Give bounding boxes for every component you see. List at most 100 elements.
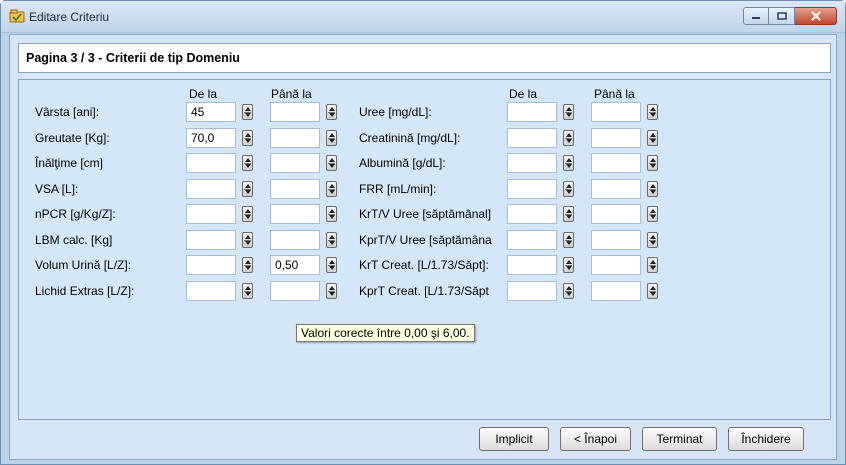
spinner-icon[interactable] bbox=[647, 232, 658, 248]
spinner-icon[interactable] bbox=[563, 155, 574, 171]
spinner-icon[interactable] bbox=[326, 181, 337, 197]
left-from-input[interactable]: 45 bbox=[186, 102, 236, 122]
spinner-icon[interactable] bbox=[647, 181, 658, 197]
right-from-input[interactable] bbox=[507, 128, 557, 148]
right-row-label: KprT/V Uree [săptămâna bbox=[359, 233, 492, 247]
criteria-form: De la Până la De la Până la Vârsta [ani]… bbox=[18, 79, 831, 420]
spinner-icon[interactable] bbox=[326, 232, 337, 248]
spinner-icon[interactable] bbox=[647, 257, 658, 273]
right-row-label: KrT/V Uree [săptămânal] bbox=[359, 207, 492, 221]
col-header-right-from: De la bbox=[509, 87, 538, 101]
close-button[interactable] bbox=[795, 7, 837, 25]
spinner-icon[interactable] bbox=[242, 104, 253, 120]
right-to-input[interactable] bbox=[591, 153, 641, 173]
left-from-input[interactable] bbox=[186, 179, 236, 199]
right-from-input[interactable] bbox=[507, 230, 557, 250]
spinner-icon[interactable] bbox=[242, 232, 253, 248]
maximize-icon bbox=[776, 12, 787, 20]
spinner-icon[interactable] bbox=[563, 206, 574, 222]
col-header-right-to: Până la bbox=[594, 87, 635, 101]
title-bar[interactable]: Editare Criteriu bbox=[1, 1, 845, 33]
spinner-icon[interactable] bbox=[242, 155, 253, 171]
left-row-label: Volum Urină [L/Z]: bbox=[35, 258, 132, 272]
right-from-input[interactable] bbox=[507, 102, 557, 122]
left-to-input[interactable] bbox=[270, 102, 320, 122]
page-header: Pagina 3 / 3 - Criterii de tip Domeniu bbox=[18, 43, 831, 73]
dialog-window: Editare Criteriu Pagina 3 / 3 - Criterii… bbox=[0, 0, 846, 465]
close-dialog-button[interactable]: Închidere bbox=[728, 427, 804, 451]
left-from-input[interactable] bbox=[186, 255, 236, 275]
left-row-label: LBM calc. [Kg] bbox=[35, 233, 113, 247]
spinner-icon[interactable] bbox=[647, 283, 658, 299]
right-from-input[interactable] bbox=[507, 281, 557, 301]
left-row-label: Înălţime [cm] bbox=[35, 156, 104, 170]
spinner-icon[interactable] bbox=[242, 181, 253, 197]
left-to-input[interactable] bbox=[270, 179, 320, 199]
spinner-icon[interactable] bbox=[326, 206, 337, 222]
right-row-label: Uree [mg/dL]: bbox=[359, 105, 432, 119]
left-to-input[interactable] bbox=[270, 153, 320, 173]
spinner-icon[interactable] bbox=[647, 130, 658, 146]
spinner-icon[interactable] bbox=[326, 283, 337, 299]
spinner-icon[interactable] bbox=[326, 257, 337, 273]
spinner-icon[interactable] bbox=[563, 130, 574, 146]
window-title: Editare Criteriu bbox=[29, 10, 110, 24]
close-icon bbox=[810, 11, 821, 21]
spinner-icon[interactable] bbox=[563, 232, 574, 248]
minimize-icon bbox=[752, 17, 760, 19]
default-button[interactable]: Implicit bbox=[479, 427, 549, 451]
left-row-label: nPCR [g/Kg/Z]: bbox=[35, 207, 116, 221]
spinner-icon[interactable] bbox=[242, 130, 253, 146]
left-to-input[interactable] bbox=[270, 128, 320, 148]
right-to-input[interactable] bbox=[591, 255, 641, 275]
right-to-input[interactable] bbox=[591, 179, 641, 199]
spinner-icon[interactable] bbox=[563, 257, 574, 273]
minimize-button[interactable] bbox=[743, 7, 769, 25]
right-to-input[interactable] bbox=[591, 128, 641, 148]
left-row-label: Vârsta [ani]: bbox=[35, 105, 100, 119]
right-from-input[interactable] bbox=[507, 255, 557, 275]
maximize-button[interactable] bbox=[769, 7, 795, 25]
left-to-input[interactable] bbox=[270, 204, 320, 224]
page-title: Pagina 3 / 3 - Criterii de tip Domeniu bbox=[26, 51, 240, 65]
right-from-input[interactable] bbox=[507, 179, 557, 199]
validation-tooltip: Valori corecte între 0,00 şi 6,00. bbox=[296, 324, 475, 342]
spinner-icon[interactable] bbox=[242, 283, 253, 299]
left-from-input[interactable] bbox=[186, 281, 236, 301]
right-to-input[interactable] bbox=[591, 281, 641, 301]
right-row-label: Albumină [g/dL]: bbox=[359, 156, 446, 170]
col-header-left-to: Până la bbox=[271, 87, 312, 101]
right-row-label: Creatinină [mg/dL]: bbox=[359, 131, 461, 145]
left-to-input[interactable] bbox=[270, 281, 320, 301]
left-from-input[interactable] bbox=[186, 153, 236, 173]
right-row-label: KrT Creat. [L/1.73/Săpt]: bbox=[359, 258, 489, 272]
left-to-input[interactable]: 0,50 bbox=[270, 255, 320, 275]
left-from-input[interactable] bbox=[186, 204, 236, 224]
left-row-label: Greutate [Kg]: bbox=[35, 131, 110, 145]
spinner-icon[interactable] bbox=[326, 155, 337, 171]
spinner-icon[interactable] bbox=[647, 155, 658, 171]
back-button[interactable]: < Înapoi bbox=[560, 427, 631, 451]
spinner-icon[interactable] bbox=[647, 104, 658, 120]
left-to-input[interactable] bbox=[270, 230, 320, 250]
spinner-icon[interactable] bbox=[326, 130, 337, 146]
spinner-icon[interactable] bbox=[326, 104, 337, 120]
spinner-icon[interactable] bbox=[647, 206, 658, 222]
finish-button[interactable]: Terminat bbox=[642, 427, 717, 451]
spinner-icon[interactable] bbox=[563, 104, 574, 120]
right-to-input[interactable] bbox=[591, 230, 641, 250]
right-row-label: FRR [mL/min]: bbox=[359, 182, 437, 196]
right-to-input[interactable] bbox=[591, 102, 641, 122]
spinner-icon[interactable] bbox=[242, 257, 253, 273]
col-header-left-from: De la bbox=[189, 87, 218, 101]
right-from-input[interactable] bbox=[507, 204, 557, 224]
app-icon bbox=[9, 9, 25, 23]
spinner-icon[interactable] bbox=[563, 181, 574, 197]
right-to-input[interactable] bbox=[591, 204, 641, 224]
spinner-icon[interactable] bbox=[563, 283, 574, 299]
dialog-body: Pagina 3 / 3 - Criterii de tip Domeniu D… bbox=[9, 34, 837, 460]
left-from-input[interactable] bbox=[186, 230, 236, 250]
spinner-icon[interactable] bbox=[242, 206, 253, 222]
right-from-input[interactable] bbox=[507, 153, 557, 173]
left-from-input[interactable]: 70,0 bbox=[186, 128, 236, 148]
